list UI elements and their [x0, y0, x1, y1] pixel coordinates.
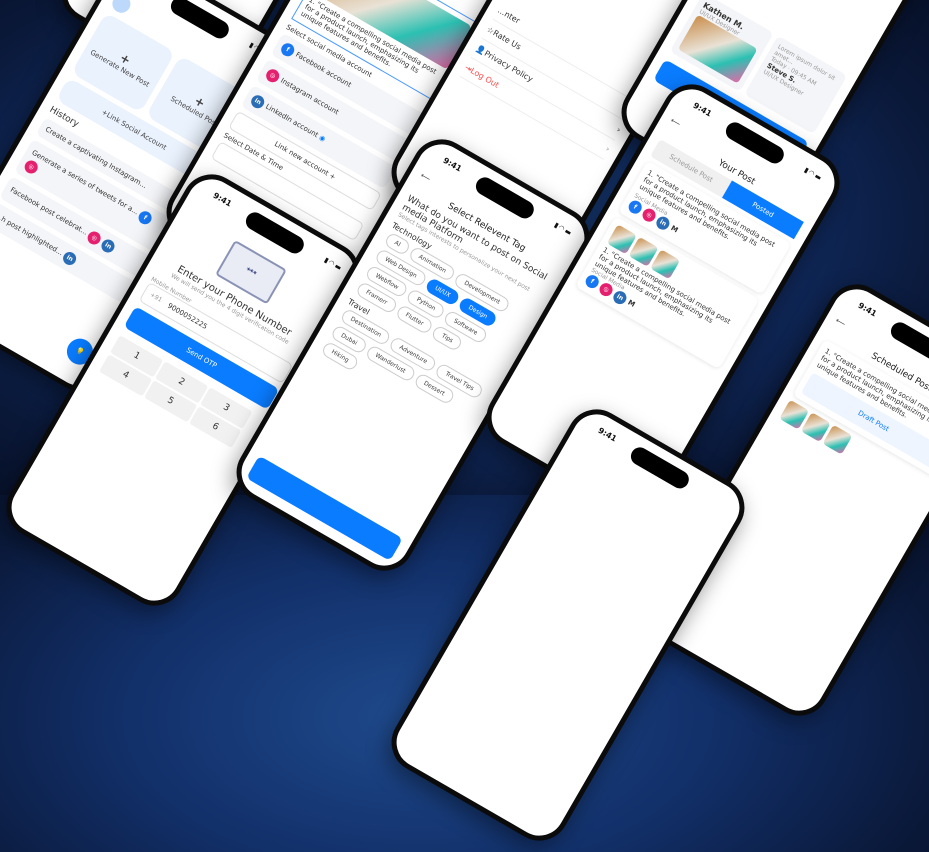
app-logo	[109, 0, 134, 17]
text-label: ...nter	[496, 5, 522, 26]
text-label: 9:41	[856, 300, 879, 319]
text-label: 9:41	[596, 425, 619, 444]
text-label: 9:41	[211, 190, 234, 209]
text-label: 9:41	[691, 100, 714, 119]
text-label: 9:41	[441, 155, 464, 174]
text-label: Generate New Post	[88, 48, 151, 89]
continue-button[interactable]	[246, 455, 403, 562]
text-label: +91	[148, 291, 164, 304]
